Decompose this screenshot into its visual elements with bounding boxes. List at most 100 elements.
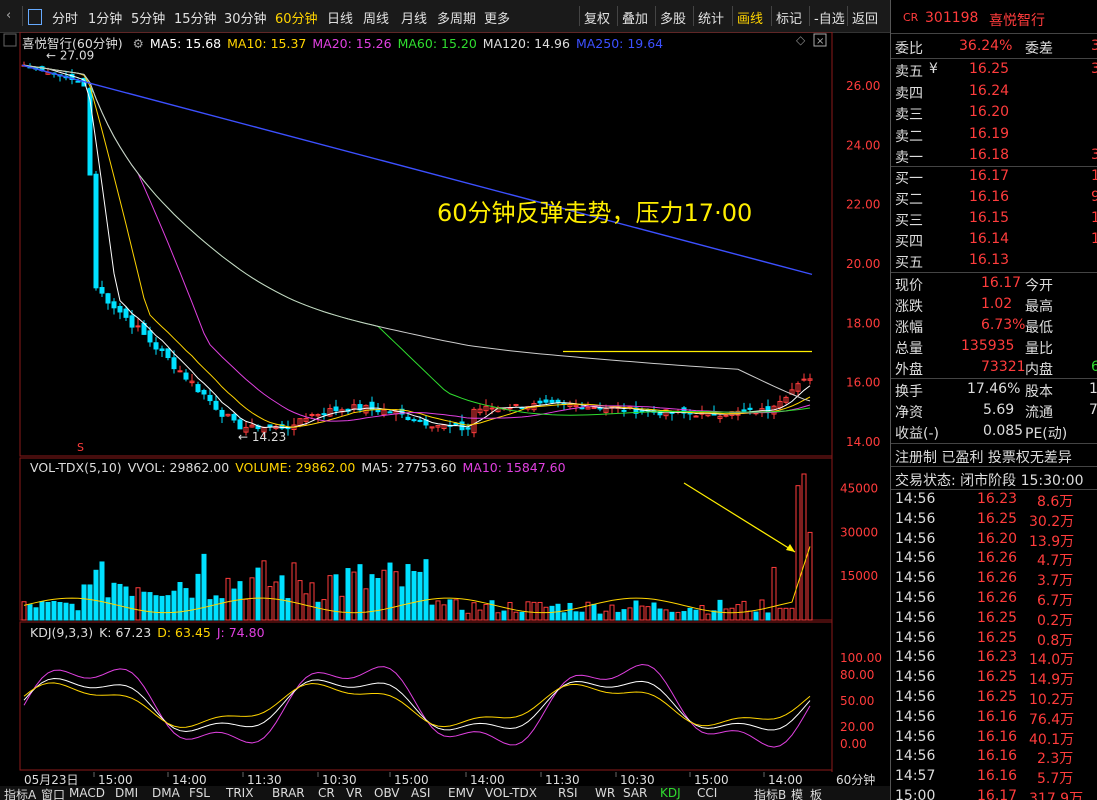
indicator-tab-19[interactable]: 指标B: [754, 786, 786, 800]
ma5-line: [23, 64, 811, 429]
tick-row: 14:56 16.25 10.2万: [895, 689, 1075, 708]
indicator-tab-17[interactable]: KDJ: [660, 786, 681, 800]
tick-row: 14:56 16.26 4.7万: [895, 550, 1074, 570]
tick-row: 14:56 16.16 2.3万: [895, 748, 1074, 768]
quote-detail-row: 换手17.46%股本1: [895, 381, 1097, 400]
time-axis-label: 15:00: [394, 773, 429, 786]
time-axis-label: 15:00: [98, 773, 133, 786]
vol-legend-item: VOL-TDX(5,10): [30, 460, 122, 475]
period-tab-7[interactable]: 周线: [363, 8, 389, 27]
period-tab-10[interactable]: 更多: [484, 8, 510, 27]
period-tab-6[interactable]: 日线: [327, 8, 353, 27]
menu-icon[interactable]: ‹: [6, 8, 11, 23]
chart-title: 喜悦智行(60分钟): [22, 36, 123, 51]
time-axis-label: 14:00: [768, 773, 803, 786]
vol-axis-label: 30000: [840, 525, 878, 539]
ma120-line: [23, 64, 811, 402]
indicator-tab-0[interactable]: 指标A: [4, 786, 36, 800]
period-tab-5[interactable]: 60分钟: [275, 8, 318, 27]
toolbar-button-2[interactable]: 多股: [660, 8, 686, 27]
indicator-tab-21[interactable]: 板: [810, 786, 822, 800]
quote-detail-row: 收益(-) 0.085 PE(动): [895, 423, 1068, 442]
quote-row: 外盘73321内盘6: [895, 359, 1097, 378]
tick-row: 14:56 16.25 0.8万: [895, 629, 1074, 649]
kdj-axis-label: 0.00: [840, 737, 867, 751]
indicator-tab-4[interactable]: DMA: [152, 786, 180, 800]
period-tab-4[interactable]: 30分钟: [224, 8, 267, 27]
tick-row: 14:56 16.16 76.4万: [895, 708, 1075, 728]
stock-chart[interactable]: ◇ × 26.00 24.00 22.00 20.00 18.00 16.00 14.00 450…: [0, 32, 890, 786]
indicator-tab-20[interactable]: 模: [791, 786, 803, 800]
indicator-tab-13[interactable]: VOL-TDX: [485, 786, 537, 800]
indicator-tab-10[interactable]: OBV: [374, 786, 400, 800]
tick-row: 14:56 16.23 14.0万: [895, 649, 1075, 669]
toolbar-button-3[interactable]: 统计: [698, 8, 724, 27]
ma-legend-item: MA20: 15.26: [312, 36, 392, 51]
indicator-tab-3[interactable]: DMI: [115, 786, 138, 800]
indicator-tabs: 指标A 窗口 MACD DMI DMA FSL TRIX BRAR CR VR OBV ASI EMV V…: [0, 786, 890, 800]
indicator-tab-5[interactable]: FSL: [189, 786, 210, 800]
indicator-tab-2[interactable]: MACD: [69, 786, 105, 800]
period-tab-2[interactable]: 5分钟: [131, 8, 165, 27]
time-axis-label: 10:30: [322, 773, 357, 786]
tick-row: 14:56 16.16 40.1万: [895, 728, 1075, 748]
indicator-tab-7[interactable]: BRAR: [272, 786, 305, 800]
indicator-tab-9[interactable]: VR: [346, 786, 363, 800]
collapse-icon: [3, 33, 17, 47]
ask-row: 卖二 16.19: [895, 125, 1010, 145]
ma-legend-item: MA120: 14.96: [482, 36, 570, 51]
ma250-line: [21, 64, 813, 276]
tick-row: 14:56 16.25 0.2万: [895, 609, 1074, 629]
period-tab-9[interactable]: 多周期: [437, 8, 476, 27]
time-period-label: 60分钟: [836, 772, 875, 786]
toolbar-button-0[interactable]: 复权: [584, 8, 610, 27]
chart-annotation: 60分钟反弹走势，压力17·00: [437, 199, 753, 227]
period-tab-1[interactable]: 1分钟: [88, 8, 122, 27]
indicator-tab-16[interactable]: SAR: [623, 786, 647, 800]
quote-row: 总量 135935 量比: [895, 338, 1053, 357]
period-tab-0[interactable]: 分时: [52, 8, 78, 27]
info-line: 注册制 已盈利 投票权无差异: [895, 450, 1072, 466]
stock-badge: CR: [903, 11, 919, 24]
price-axis-label: 14.00: [846, 435, 880, 449]
layout-icon[interactable]: [28, 9, 42, 25]
time-axis-label: 14:00: [172, 773, 207, 786]
indicator-tab-11[interactable]: ASI: [411, 786, 430, 800]
ask-row: 卖四 16.24: [895, 82, 1010, 102]
price-axis-label: 20.00: [846, 257, 880, 271]
period-toolbar: ‹ 分时 1分钟 5分钟 15分钟 30分钟 60分钟 日线 周线 月线 多周期 更多 复权 叠加 多股 统计…: [0, 0, 890, 33]
indicator-tab-6[interactable]: TRIX: [226, 786, 253, 800]
tick-row: 15:00 16.17 317.9万: [895, 788, 1084, 800]
time-axis-label: 10:30: [620, 773, 655, 786]
kdj-legend-item: J: 74.80: [216, 625, 265, 640]
quote-row: 涨幅 6.73% 最低: [895, 317, 1053, 336]
quote-row: 涨跌 1.02 最高: [895, 296, 1053, 315]
kdj-legend-item: K: 67.23: [99, 625, 152, 640]
quote-panel: CR 301198 喜悦智行委比36.24%委差3 卖五¥16.253 卖四16.24 卖…: [890, 0, 1097, 800]
toolbar-button-5[interactable]: 标记: [776, 8, 802, 27]
time-axis-label: 14:00: [470, 773, 505, 786]
vol-legend-item: MA10: 15847.60: [462, 460, 566, 475]
period-tab-8[interactable]: 月线: [401, 8, 427, 27]
indicator-tab-15[interactable]: WR: [595, 786, 615, 800]
ma-legend-item: MA60: 15.20: [397, 36, 477, 51]
indicator-tab-18[interactable]: CCI: [697, 786, 717, 800]
indicator-tab-14[interactable]: RSI: [558, 786, 578, 800]
toolbar-button-6[interactable]: -自选: [814, 8, 845, 27]
ma10-line: [23, 64, 811, 428]
time-axis-label: 11:30: [247, 773, 282, 786]
tick-row: 14:56 16.25 14.9万: [895, 669, 1075, 689]
candles: [21, 61, 813, 438]
indicator-tab-12[interactable]: EMV: [448, 786, 474, 800]
ma60-line: [23, 64, 811, 416]
toolbar-button-1[interactable]: 叠加: [622, 8, 648, 27]
vol-legend-item: VOLUME: 29862.00: [235, 460, 356, 475]
indicator-tab-1[interactable]: 窗口: [41, 786, 65, 800]
toolbar-button-4[interactable]: 画线: [737, 8, 763, 27]
toolbar-button-7[interactable]: 返回: [852, 8, 878, 27]
quote-detail-row: 净资5.69流通7: [895, 402, 1097, 421]
indicator-tab-8[interactable]: CR: [318, 786, 335, 800]
period-tab-3[interactable]: 15分钟: [174, 8, 217, 27]
order-ratio-row: 委比36.24%委差3: [895, 38, 1097, 57]
settings-icon[interactable]: ⚙: [133, 36, 144, 51]
